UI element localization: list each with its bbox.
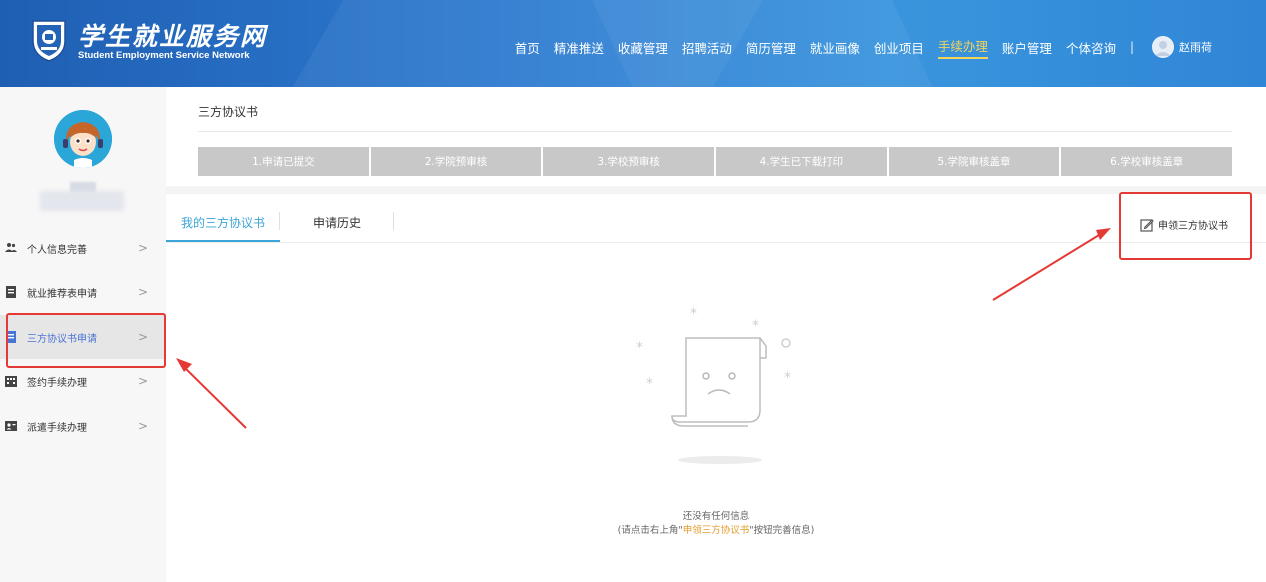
svg-text:*: * bbox=[752, 318, 759, 334]
hint-suffix: "按钮完善信息) bbox=[749, 525, 815, 536]
section-divider bbox=[166, 186, 1266, 194]
nav-consulting[interactable]: 个体咨询 bbox=[1066, 38, 1116, 57]
tabs-divider bbox=[166, 242, 1266, 243]
nav-separator: | bbox=[1129, 40, 1134, 54]
arrow-head-icon bbox=[1096, 228, 1111, 240]
arrow-head-icon bbox=[176, 358, 192, 372]
sidebar-item-label: 个人信息完善 bbox=[27, 244, 87, 256]
step-submitted: 1.申请已提交 bbox=[198, 147, 369, 176]
tab-separator bbox=[279, 212, 280, 230]
sidebar-item-label: 派遣手续办理 bbox=[27, 422, 87, 434]
empty-state-message: 还没有任何信息 bbox=[682, 511, 750, 522]
nav-precision-push[interactable]: 精准推送 bbox=[554, 38, 604, 57]
empty-state-scroll-icon: * * * * * bbox=[636, 306, 791, 464]
nav-recruitment[interactable]: 招聘活动 bbox=[682, 38, 732, 57]
chevron-right-icon: > bbox=[138, 419, 149, 433]
sidebar-item-dispatch-procedures[interactable]: 派遣手续办理 > bbox=[0, 404, 166, 448]
chevron-right-icon: > bbox=[138, 241, 149, 255]
sidebar-item-label: 签约手续办理 bbox=[27, 377, 87, 389]
university-emblem-icon bbox=[32, 20, 66, 62]
progress-steps: 1.申请已提交 2.学院预审核 3.学校预审核 4.学生已下载打印 5.学院审核… bbox=[198, 147, 1233, 176]
nav-procedures[interactable]: 手续办理 bbox=[937, 36, 988, 59]
step-downloaded-printed: 4.学生已下载打印 bbox=[716, 147, 887, 176]
site-title[interactable]: 学生就业服务网 bbox=[78, 17, 267, 53]
tab-my-agreements[interactable]: 我的三方协议书 bbox=[181, 214, 265, 231]
chevron-right-icon: > bbox=[138, 374, 149, 388]
hint-prefix: (请点击右上角" bbox=[617, 525, 683, 536]
site-subtitle: Student Employment Service Network bbox=[78, 50, 250, 61]
nav-home[interactable]: 首页 bbox=[515, 38, 540, 57]
main-nav: 首页 精准推送 收藏管理 招聘活动 简历管理 就业画像 创业项目 手续办理 账户… bbox=[501, 36, 1212, 59]
step-school-pre-review: 3.学校预审核 bbox=[543, 147, 715, 176]
tab-separator bbox=[393, 212, 394, 230]
nav-resume[interactable]: 简历管理 bbox=[746, 38, 796, 57]
top-header: 学生就业服务网 Student Employment Service Netwo… bbox=[0, 0, 1266, 87]
building-icon bbox=[5, 376, 17, 387]
sidebar-item-recommendation-form[interactable]: 就业推荐表申请 > bbox=[0, 270, 166, 314]
page-title: 三方协议书 bbox=[198, 105, 259, 119]
step-school-stamp: 6.学校审核盖章 bbox=[1061, 147, 1233, 176]
profile-avatar bbox=[54, 110, 112, 168]
user-name[interactable]: 赵雨荷 bbox=[1179, 39, 1212, 55]
svg-text:*: * bbox=[690, 306, 697, 322]
step-college-pre-review: 2.学院预审核 bbox=[370, 147, 542, 176]
blurred-user-info bbox=[40, 191, 124, 211]
sidebar-item-label: 就业推荐表申请 bbox=[27, 288, 97, 300]
document-icon bbox=[6, 286, 16, 298]
tab-application-history[interactable]: 申请历史 bbox=[313, 214, 361, 231]
svg-text:*: * bbox=[646, 376, 653, 392]
id-card-icon bbox=[5, 421, 17, 431]
nav-account[interactable]: 账户管理 bbox=[1002, 38, 1052, 57]
user-group-icon bbox=[5, 243, 17, 252]
hint-highlight: 申领三方协议书 bbox=[682, 525, 750, 536]
nav-favorites[interactable]: 收藏管理 bbox=[618, 38, 668, 57]
annotation-arrows bbox=[176, 228, 1111, 429]
nav-employment-profile[interactable]: 就业画像 bbox=[810, 38, 860, 57]
empty-state-hint: (请点击右上角"申领三方协议书"按钮完善信息) bbox=[166, 522, 1266, 536]
sidebar-item-personal-info[interactable]: 个人信息完善 > bbox=[0, 226, 166, 270]
svg-text:*: * bbox=[636, 340, 643, 356]
svg-text:*: * bbox=[784, 370, 791, 386]
step-college-stamp: 5.学院审核盖章 bbox=[888, 147, 1060, 176]
divider bbox=[198, 131, 1232, 132]
chevron-right-icon: > bbox=[138, 285, 149, 299]
user-menu[interactable]: 赵雨荷 bbox=[1152, 36, 1212, 58]
nav-startup[interactable]: 创业项目 bbox=[874, 38, 924, 57]
user-avatar-icon bbox=[1152, 36, 1174, 58]
annotation-highlight-box bbox=[1119, 192, 1252, 260]
annotation-highlight-box bbox=[6, 313, 166, 368]
